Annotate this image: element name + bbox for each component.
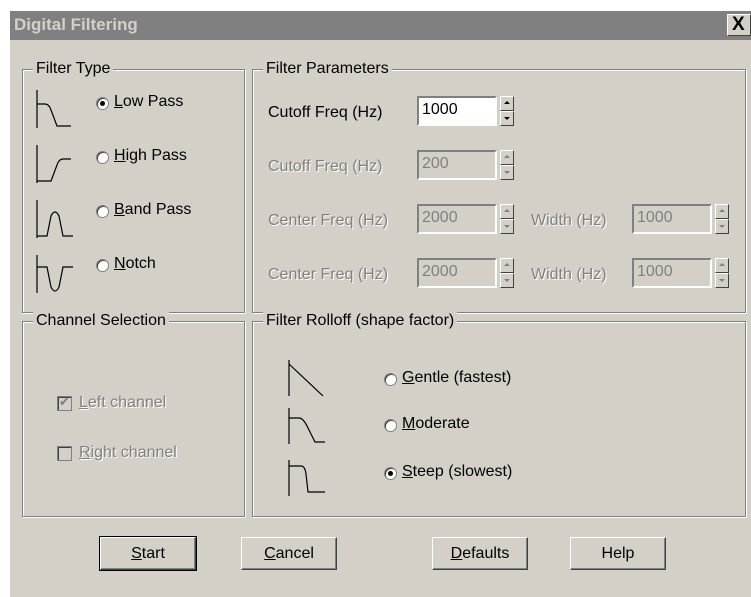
filter-parameters-group: Filter Parameters Cutoff Freq (Hz) 1000 …: [252, 60, 746, 313]
title-bar[interactable]: Digital Filtering X: [10, 11, 751, 40]
gentle-rolloff-icon: [288, 360, 324, 397]
filter-type-legend: Filter Type: [33, 60, 114, 78]
cutoff-freq-label: Cutoff Freq (Hz): [268, 104, 383, 121]
cutoff-freq-2-label: Cutoff Freq (Hz): [268, 158, 383, 175]
moderate-rolloff-icon: [288, 408, 325, 444]
width-2-input[interactable]: 1000: [632, 258, 712, 288]
width-input[interactable]: 1000: [632, 204, 712, 234]
gentle-label[interactable]: Gentle (fastest): [402, 369, 511, 387]
digital-filtering-dialog: Digital Filtering X Filter Type Low Pass…: [10, 11, 751, 597]
center-freq-2-spinner[interactable]: [500, 258, 514, 288]
notch-label[interactable]: Notch: [114, 255, 156, 273]
bandpass-shape-icon: [36, 200, 73, 238]
cutoff-freq-2-spinner[interactable]: [500, 150, 514, 180]
radio-gentle[interactable]: [384, 373, 397, 386]
radio-steep[interactable]: [384, 467, 397, 480]
width-2-label: Width (Hz): [531, 266, 607, 283]
channel-selection-group: Channel Selection Left channel Right cha…: [22, 312, 245, 517]
center-freq-label: Center Freq (Hz): [268, 212, 389, 229]
cutoff-freq-input[interactable]: 1000: [417, 96, 497, 126]
radio-moderate[interactable]: [384, 419, 397, 432]
defaults-button[interactable]: Defaults: [432, 537, 528, 570]
band-pass-label[interactable]: Band Pass: [114, 201, 191, 219]
close-button[interactable]: X: [727, 14, 751, 36]
low-pass-label[interactable]: Low Pass: [114, 93, 183, 111]
notch-shape-icon: [36, 255, 73, 293]
radio-low-pass[interactable]: [96, 97, 109, 110]
right-channel-label[interactable]: Right channel: [79, 444, 177, 462]
radio-notch[interactable]: [96, 259, 109, 272]
filter-rolloff-group: Filter Rolloff (shape factor) Gentle (fa…: [252, 312, 746, 517]
lowpass-shape-icon: [36, 90, 71, 128]
cutoff-freq-2-input[interactable]: 200: [417, 150, 497, 180]
highpass-shape-icon: [36, 145, 71, 183]
filter-parameters-legend: Filter Parameters: [263, 60, 392, 78]
left-channel-label[interactable]: Left channel: [79, 394, 166, 412]
filter-type-group: Filter Type Low Pass High Pass Band Pass…: [22, 60, 245, 313]
channel-selection-legend: Channel Selection: [33, 312, 169, 330]
left-channel-checkbox[interactable]: [57, 394, 72, 411]
radio-high-pass[interactable]: [96, 151, 109, 164]
center-freq-2-label: Center Freq (Hz): [268, 266, 389, 283]
moderate-label[interactable]: Moderate: [402, 415, 470, 433]
cancel-button[interactable]: Cancel: [241, 537, 337, 570]
help-button[interactable]: Help: [570, 537, 666, 570]
steep-rolloff-icon: [288, 460, 325, 496]
center-freq-2-input[interactable]: 2000: [417, 258, 497, 288]
radio-band-pass[interactable]: [96, 205, 109, 218]
filter-rolloff-legend: Filter Rolloff (shape factor): [263, 312, 458, 330]
steep-label[interactable]: Steep (slowest): [402, 463, 512, 481]
close-icon: X: [732, 14, 745, 35]
window-title: Digital Filtering: [14, 15, 138, 34]
start-button[interactable]: Start: [99, 536, 197, 571]
center-freq-input[interactable]: 2000: [417, 204, 497, 234]
right-channel-checkbox[interactable]: [57, 446, 72, 461]
cutoff-freq-spinner[interactable]: [500, 96, 514, 126]
width-2-spinner[interactable]: [715, 258, 729, 288]
width-spinner[interactable]: [715, 204, 729, 234]
center-freq-spinner[interactable]: [500, 204, 514, 234]
width-label: Width (Hz): [531, 212, 607, 229]
high-pass-label[interactable]: High Pass: [114, 147, 187, 165]
